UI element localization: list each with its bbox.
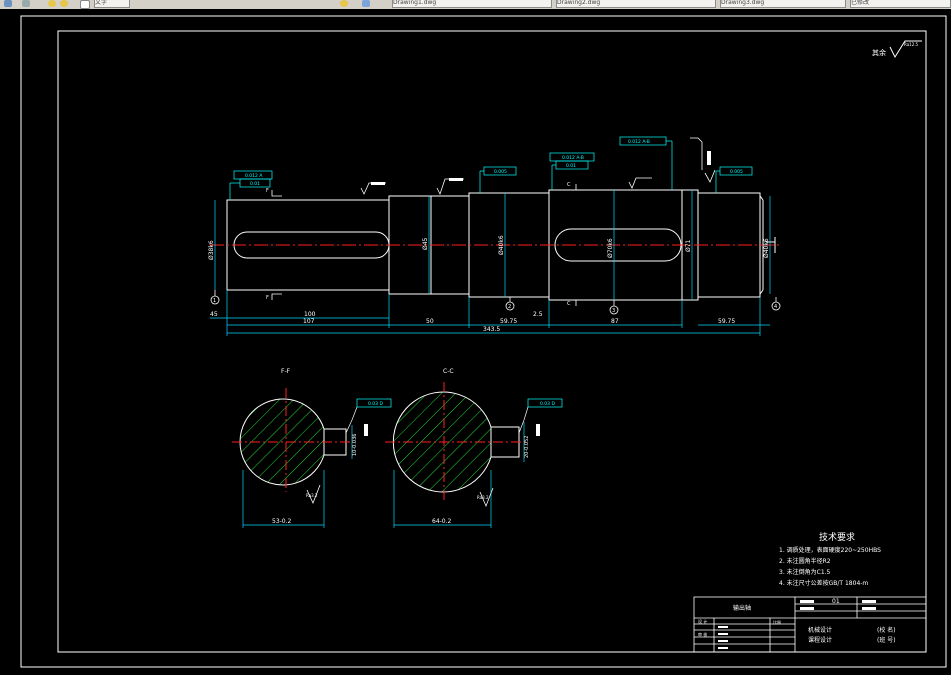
drawing-svg: 其余 Ra12.5 45 100 107 50 59.75 2.5 87 59.… — [20, 15, 947, 668]
svg-text:0.03 D: 0.03 D — [368, 401, 383, 407]
svg-text:Ra3.2: Ra3.2 — [477, 495, 489, 500]
dia-e: Ø71 — [685, 239, 692, 252]
designer-label: 设 计 — [698, 618, 707, 624]
dim-50: 50 — [426, 318, 434, 325]
tech-item-3: 3. 未注倒角为C1.5 — [779, 568, 831, 576]
arrow-icon[interactable] — [22, 0, 30, 7]
tab-modified[interactable]: 已修改 — [850, 0, 951, 8]
tab-drawing-1[interactable]: Drawing1.dwg — [392, 0, 552, 8]
course-name: 机械设计 — [808, 626, 832, 634]
scale-label: 比例 — [773, 619, 781, 625]
svg-text:F: F — [266, 188, 269, 194]
svg-text:0.012 A-B: 0.012 A-B — [562, 155, 584, 161]
tolerance-texts: 0.012 A 0.01 0.005 0.012 A-B 0.01 0.012 … — [245, 139, 743, 187]
face-icon[interactable] — [48, 0, 56, 7]
section-view-ff: F-F 53-0.2 10-0.036 0.03 D Ra3.2 — [232, 368, 392, 528]
svg-text:4: 4 — [774, 304, 777, 310]
dim-lines — [210, 190, 771, 336]
general-roughness-symbol: 其余 Ra12.5 — [872, 40, 922, 59]
tab-drawing-2[interactable]: Drawing2.dwg — [556, 0, 716, 8]
dim-45: 45 — [210, 311, 218, 318]
window-tab-bar: 文字 Drawing1.dwg Drawing2.dwg Drawing3.dw… — [0, 0, 951, 9]
cad-drawing-canvas[interactable]: 其余 Ra12.5 45 100 107 50 59.75 2.5 87 59.… — [0, 9, 951, 671]
svg-text:0.005: 0.005 — [494, 169, 507, 175]
course-name-2: 课程设计 — [808, 636, 832, 644]
svg-text:0.012 A: 0.012 A — [245, 173, 263, 179]
roughness-symbols — [360, 137, 716, 196]
tech-item-2: 2. 未注圆角半径R2 — [779, 557, 831, 565]
tab-drawing-3[interactable]: Drawing3.dwg — [720, 0, 846, 8]
section-view-cc: C-C 64-0.2 20-0.052 0.03 D Ra3.2 — [385, 368, 563, 528]
svg-text:53-0.2: 53-0.2 — [272, 518, 292, 525]
svg-text:64-0.2: 64-0.2 — [432, 518, 452, 525]
svg-text:0.03 D: 0.03 D — [540, 401, 555, 407]
checker-label: 审 核 — [698, 631, 707, 637]
dim-5975a: 59.75 — [500, 318, 517, 325]
svg-text:1: 1 — [213, 298, 216, 304]
face-icon-2[interactable] — [60, 0, 68, 7]
dim-overall: 343.5 — [483, 326, 500, 333]
svg-text:0.01: 0.01 — [566, 163, 576, 169]
svg-text:C-C: C-C — [443, 368, 454, 375]
dim-5975b: 59.75 — [718, 318, 735, 325]
box-icon[interactable] — [362, 0, 370, 7]
diameter-texts: Ø38k6 Ø45 Ø40k6 Ø70k6 Ø71 Ø40k6 — [208, 235, 770, 260]
tech-item-4: 4. 未注尺寸公差按GB/T 1804-m — [779, 579, 868, 587]
svg-text:C: C — [567, 182, 571, 188]
svg-text:3: 3 — [612, 308, 615, 314]
dimension-texts: 45 100 107 50 59.75 2.5 87 59.75 343.5 — [210, 311, 735, 333]
svg-text:F: F — [266, 295, 269, 301]
dim-107: 107 — [303, 318, 315, 325]
roughness-blocks — [371, 151, 711, 185]
app-icon[interactable] — [4, 0, 12, 7]
svg-text:0.01: 0.01 — [250, 181, 260, 187]
roughness-note: 其余 — [872, 48, 886, 57]
svg-text:C: C — [567, 301, 571, 307]
class-number: (班 号) — [877, 636, 896, 644]
svg-text:20-0.052: 20-0.052 — [524, 436, 530, 458]
svg-text:2: 2 — [508, 304, 511, 310]
dia-a: Ø38k6 — [208, 240, 215, 260]
tolerance-frames — [229, 136, 753, 200]
tech-item-1: 1. 调质处理，表面硬度220~250HBS — [779, 546, 881, 554]
pin-icon[interactable] — [340, 0, 348, 7]
tech-title: 技术要求 — [819, 531, 855, 543]
dim-25: 2.5 — [533, 311, 543, 318]
svg-text:F-F: F-F — [281, 368, 291, 375]
svg-text:Ra3.2: Ra3.2 — [306, 493, 318, 498]
roughness-value: Ra12.5 — [904, 42, 919, 47]
tab-text[interactable]: 文字 — [94, 0, 130, 8]
dia-c: Ø40k6 — [498, 235, 505, 255]
datum-markers — [210, 290, 781, 315]
part-name: 输出轴 — [733, 604, 751, 612]
dim-87: 87 — [611, 318, 619, 325]
sheet-number: 01 — [832, 598, 840, 605]
dia-f: Ø40k6 — [763, 238, 770, 258]
dia-d: Ø70k6 — [607, 238, 614, 258]
dim-100: 100 — [304, 311, 316, 318]
school-name: (校 名) — [877, 626, 896, 634]
dia-b: Ø45 — [422, 237, 429, 250]
document-icon[interactable] — [80, 0, 90, 9]
svg-text:0.005: 0.005 — [730, 169, 743, 175]
tech-requirements: 技术要求 1. 调质处理，表面硬度220~250HBS 2. 未注圆角半径R2 … — [779, 531, 881, 587]
svg-text:10-0.036: 10-0.036 — [352, 434, 358, 456]
svg-text:0.012 A-B: 0.012 A-B — [628, 139, 650, 145]
